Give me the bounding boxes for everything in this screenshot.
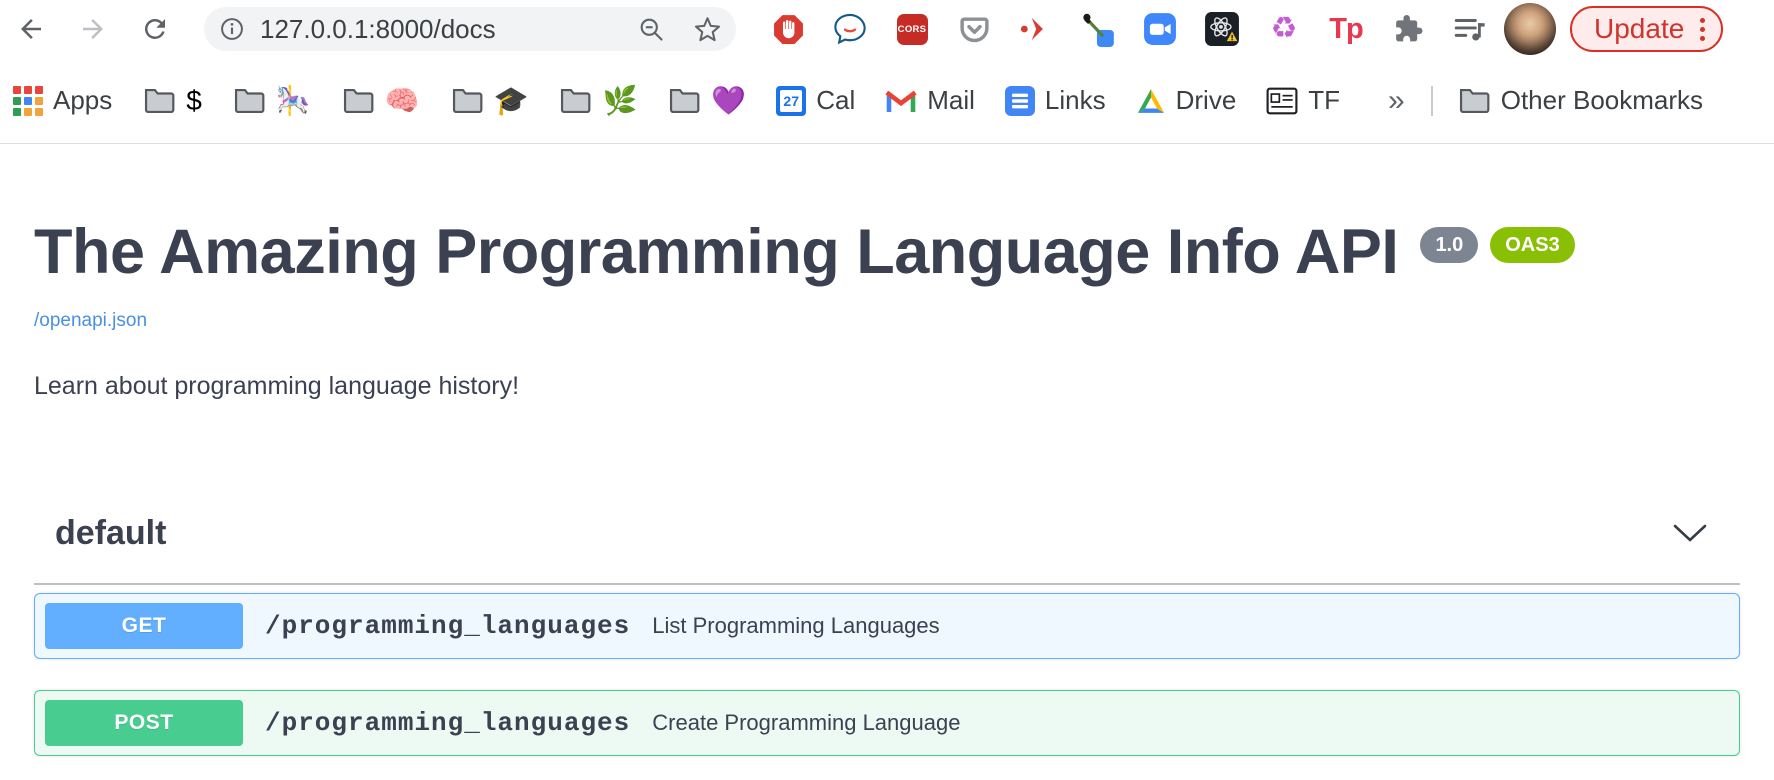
tp-label: Tp <box>1329 13 1362 46</box>
folder-icon <box>450 86 484 116</box>
page-title: The Amazing Programming Language Info AP… <box>34 221 1398 284</box>
bookmarks-bar: Apps $ 🎠 🧠 🎓 🌿 💜 27 Cal Mail Links <box>0 58 1774 144</box>
endpoint-row[interactable]: GET /programming_languages List Programm… <box>34 593 1740 659</box>
tag-section-header[interactable]: default <box>34 514 1740 585</box>
endpoint-path: /programming_languages <box>265 611 630 641</box>
tf-card-icon <box>1266 87 1298 115</box>
apps-grid-icon <box>13 86 43 116</box>
url-text[interactable]: 127.0.0.1:8000/docs <box>260 14 610 45</box>
update-chrome-button[interactable]: Update <box>1570 6 1723 52</box>
bookmark-label: Other Bookmarks <box>1501 85 1703 116</box>
recycle-extension-icon[interactable]: ♻ <box>1266 10 1302 48</box>
forward-arrow-icon <box>78 14 108 44</box>
folder-icon <box>341 86 375 116</box>
zoom-out-icon[interactable] <box>636 14 666 44</box>
red-diamond-extension-icon[interactable] <box>1018 10 1054 48</box>
folder-icon <box>667 86 701 116</box>
bookmark-folder-label: 🎠 <box>276 87 311 115</box>
bookmark-tf[interactable]: TF <box>1266 85 1340 116</box>
bookmark-label: Apps <box>53 85 112 116</box>
extensions-row: CORS ♻ Tp <box>770 10 1488 48</box>
bookmark-links[interactable]: Links <box>1005 85 1106 116</box>
endpoint-path: /programming_languages <box>265 708 630 738</box>
folder-icon <box>142 86 176 116</box>
chat-bubble-extension-icon[interactable] <box>832 10 868 48</box>
openapi-spec-link[interactable]: /openapi.json <box>34 310 147 332</box>
bookmark-folder[interactable]: 🎓 <box>450 86 529 116</box>
bookmark-folder-label: $ <box>186 87 202 115</box>
api-docs-page: The Amazing Programming Language Info AP… <box>0 221 1774 756</box>
bookmark-folder-label: 🎓 <box>494 87 529 115</box>
folder-icon <box>558 86 592 116</box>
back-arrow-icon <box>16 14 46 44</box>
other-bookmarks[interactable]: Other Bookmarks <box>1457 85 1703 116</box>
bookmark-folder-label: 🌿 <box>602 87 637 115</box>
folder-icon <box>1457 86 1491 116</box>
endpoint-summary: Create Programming Language <box>652 710 960 736</box>
bookmark-folder-group: $ 🎠 🧠 🎓 🌿 💜 <box>142 86 746 116</box>
react-devtools-extension-icon[interactable] <box>1204 10 1240 48</box>
version-badge: 1.0 <box>1420 227 1478 263</box>
bookmark-label: TF <box>1308 85 1340 116</box>
page-info-icon[interactable] <box>218 15 246 43</box>
reload-button[interactable] <box>138 12 172 46</box>
endpoint-summary: List Programming Languages <box>652 613 939 639</box>
bookmark-folder[interactable]: 🎠 <box>232 86 311 116</box>
pocket-extension-icon[interactable] <box>956 10 992 48</box>
color-picker-extension-icon[interactable] <box>1080 10 1116 48</box>
cors-extension-icon[interactable]: CORS <box>894 10 930 48</box>
bookmark-folder[interactable]: $ <box>142 86 202 116</box>
bookmark-label: Mail <box>927 85 975 116</box>
browser-toolbar: 127.0.0.1:8000/docs CORS <box>0 0 1774 58</box>
adblock-extension-icon[interactable] <box>770 10 806 48</box>
url-bar[interactable]: 127.0.0.1:8000/docs <box>204 7 736 51</box>
gmail-icon <box>885 88 917 114</box>
endpoint-list: GET /programming_languages List Programm… <box>34 593 1740 756</box>
bookmark-folder[interactable]: 💜 <box>667 86 746 116</box>
bookmark-star-icon[interactable] <box>692 14 722 44</box>
bookmark-drive[interactable]: Drive <box>1136 85 1237 116</box>
bookmark-gmail[interactable]: Mail <box>885 85 975 116</box>
bookmark-calendar[interactable]: 27 Cal <box>776 85 855 116</box>
endpoint-row[interactable]: POST /programming_languages Create Progr… <box>34 690 1740 756</box>
bookmark-folder-label: 🧠 <box>385 87 420 115</box>
links-list-icon <box>1005 86 1035 116</box>
calendar-icon: 27 <box>776 86 806 116</box>
api-info-block: The Amazing Programming Language Info AP… <box>34 221 1740 401</box>
bookmarks-overflow-chevrons[interactable]: » <box>1388 84 1405 118</box>
recycle-glyph: ♻ <box>1271 14 1298 44</box>
tag-name: default <box>55 514 166 553</box>
more-menu-dots-icon[interactable] <box>1700 18 1705 41</box>
http-method-badge: GET <box>45 603 243 649</box>
api-description: Learn about programming language history… <box>34 372 1740 401</box>
puzzle-extensions-menu-icon[interactable] <box>1390 10 1426 48</box>
update-label: Update <box>1594 13 1684 45</box>
tp-extension-icon[interactable]: Tp <box>1328 10 1364 48</box>
cors-label: CORS <box>897 14 928 45</box>
bookmark-label: Cal <box>816 85 855 116</box>
profile-avatar[interactable] <box>1504 3 1556 55</box>
bookmarks-divider <box>1431 86 1433 116</box>
forward-button[interactable] <box>76 12 110 46</box>
bookmark-label: Drive <box>1176 85 1237 116</box>
api-title-row: The Amazing Programming Language Info AP… <box>34 221 1740 284</box>
zoom-extension-icon[interactable] <box>1142 10 1178 48</box>
folder-icon <box>232 86 266 116</box>
http-method-badge: POST <box>45 700 243 746</box>
bookmark-folder[interactable]: 🌿 <box>558 86 637 116</box>
media-playlist-icon[interactable] <box>1452 10 1488 48</box>
chevron-down-icon[interactable] <box>1673 524 1707 543</box>
reload-icon <box>140 14 170 44</box>
bookmark-folder-label: 💜 <box>711 87 746 115</box>
oas3-badge: OAS3 <box>1490 227 1574 263</box>
bookmark-label: Links <box>1045 85 1106 116</box>
bookmark-apps[interactable]: Apps <box>13 85 112 116</box>
drive-icon <box>1136 87 1166 115</box>
back-button[interactable] <box>14 12 48 46</box>
bookmark-folder[interactable]: 🧠 <box>341 86 420 116</box>
